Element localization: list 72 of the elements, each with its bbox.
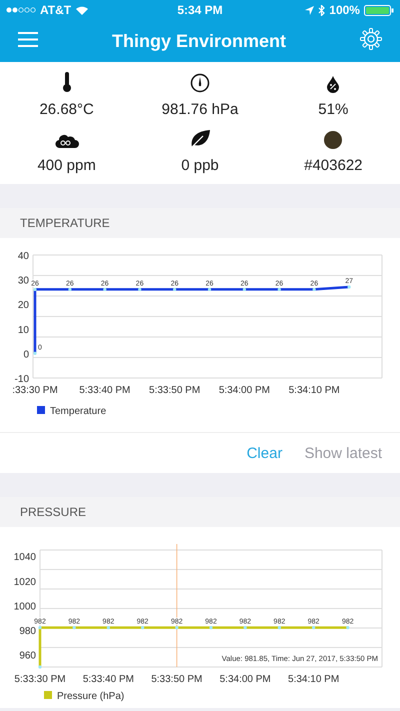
- data-point: [68, 288, 72, 292]
- data-point: [33, 352, 37, 355]
- section-title: TEMPERATURE: [0, 208, 400, 238]
- legend-swatch: [44, 691, 52, 699]
- axis-label: 20: [18, 300, 29, 312]
- data-point: [278, 288, 281, 292]
- data-point: [244, 626, 247, 630]
- data-point: [106, 626, 110, 630]
- sensor-value: 26.68°C: [39, 101, 94, 118]
- data-point: [72, 626, 76, 630]
- data-point: [103, 288, 106, 292]
- axis-label: :33:30 PM: [12, 385, 58, 396]
- axis-label: 1040: [14, 552, 36, 564]
- axis-label: 1020: [14, 576, 36, 588]
- signal-icon: [6, 7, 36, 13]
- axis-label: 5:34:00 PM: [220, 674, 271, 685]
- data-point: [173, 288, 176, 292]
- axis-label: 0: [23, 349, 29, 360]
- data-point: [209, 626, 213, 630]
- data-point: [346, 626, 350, 630]
- axis-label: 5:33:40 PM: [79, 385, 130, 396]
- data-point: [312, 288, 316, 292]
- leaf-icon: [188, 129, 211, 149]
- axis-label: 5:33:30 PM: [14, 674, 66, 685]
- data-point: [348, 285, 351, 289]
- axis-label: 40: [18, 251, 29, 262]
- sensor-value: 400 ppm: [37, 157, 96, 174]
- axis-label: 5:33:50 PM: [151, 674, 202, 685]
- drop-line: [34, 289, 36, 354]
- legend-label: Temperature: [50, 406, 106, 417]
- axis-label: 960: [19, 650, 36, 662]
- axis-label: 10: [18, 324, 29, 336]
- axis-label: 980: [19, 626, 36, 638]
- gauge-icon: [190, 73, 210, 93]
- carrier-name: AT&T: [40, 3, 72, 17]
- wifi-icon: [75, 5, 90, 15]
- sensor-value: 981.76 hPa: [162, 101, 238, 118]
- location-icon: [305, 6, 314, 14]
- axis-label: 5:34:00 PM: [218, 385, 270, 396]
- thermometer-icon: [62, 71, 72, 93]
- legend-swatch: [37, 406, 45, 414]
- screen-title: Thingy Environment: [110, 30, 287, 52]
- data-point: [208, 288, 212, 292]
- chart-button[interactable]: Clear: [242, 440, 286, 466]
- sensor-value: #403622: [304, 157, 363, 174]
- axis-label: -10: [14, 374, 29, 385]
- data-point: [312, 626, 316, 630]
- sensor-value: 51%: [318, 101, 348, 118]
- cloud-icon: [54, 133, 79, 149]
- data-point: [278, 626, 281, 630]
- axis-label: 1000: [14, 601, 36, 612]
- data-point: [33, 288, 37, 292]
- data-point: [141, 626, 144, 630]
- sensor-value: 0 ppb: [181, 157, 219, 174]
- axis-label: 5:33:40 PM: [82, 674, 134, 685]
- axis-label: 5:33:50 PM: [149, 385, 200, 396]
- axis-label: 5:34:10 PM: [288, 385, 340, 396]
- bluetooth-icon: [318, 4, 326, 16]
- data-point: [175, 626, 178, 630]
- axis-label: 30: [18, 276, 29, 287]
- battery-icon: [364, 4, 394, 16]
- drop-line: [38, 628, 42, 667]
- legend-label: Pressure (hPa): [57, 691, 124, 702]
- data-point: [38, 665, 42, 669]
- clock-time: 5:34 PM: [177, 3, 223, 17]
- data-point: [242, 288, 246, 292]
- battery-percent: 100%: [329, 3, 360, 17]
- data-point: [138, 288, 142, 292]
- droplet-icon: [326, 75, 340, 93]
- axis-label: 5:34:10 PM: [288, 674, 340, 685]
- section-title: PRESSURE: [0, 497, 400, 527]
- data-point: [38, 626, 42, 630]
